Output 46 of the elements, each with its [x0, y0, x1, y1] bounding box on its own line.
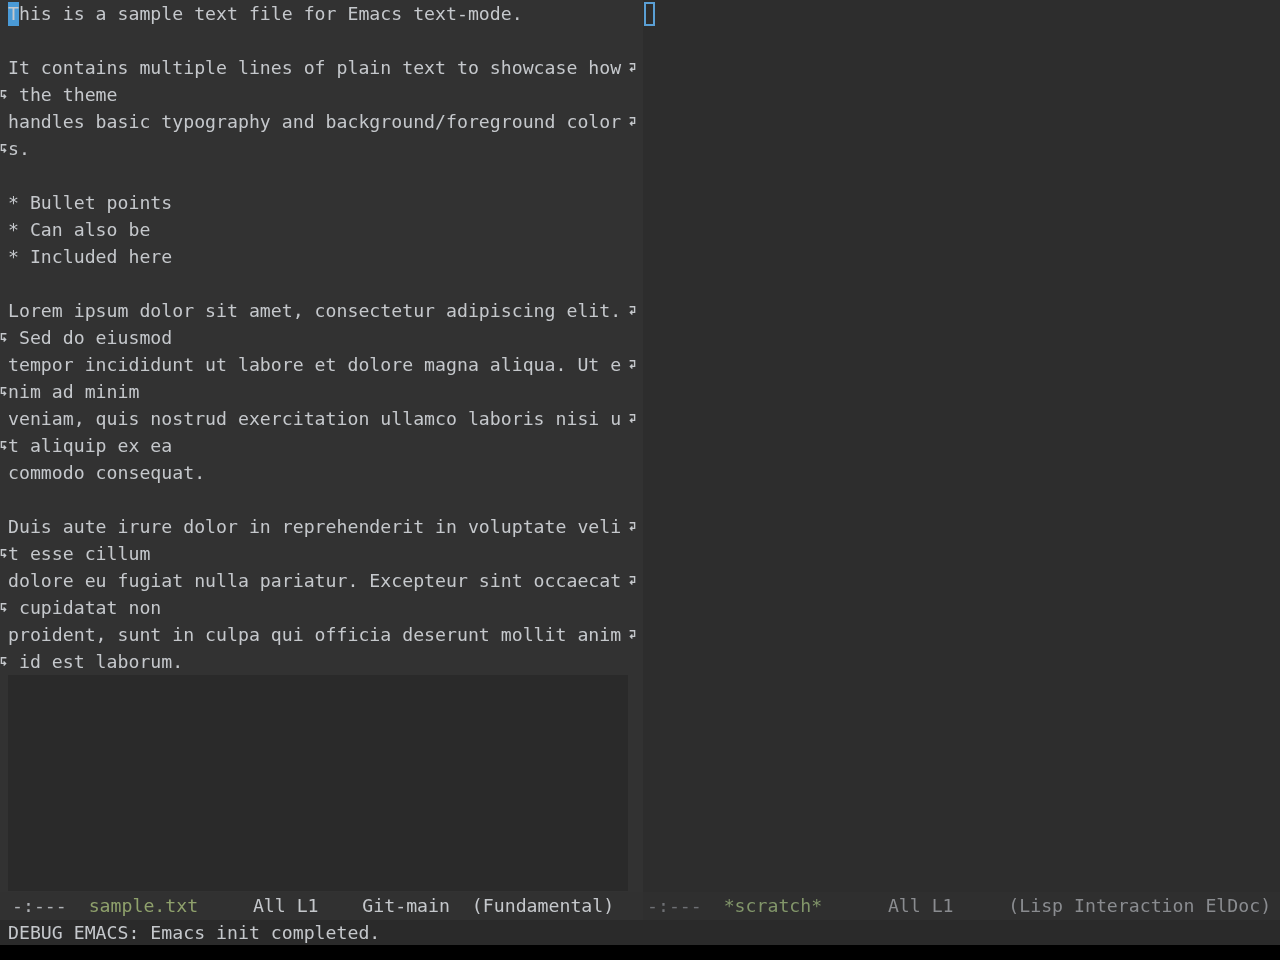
modified-status: -:--- [12, 894, 67, 918]
text-line: handles basic typography and background/foreground color [8, 110, 622, 134]
continuation-arrow-icon [0, 441, 7, 450]
wrap-arrow-icon [629, 306, 636, 315]
continuation-arrow-icon [0, 90, 7, 99]
continuation-arrow-icon [0, 387, 7, 396]
text-line: nim ad minim [8, 380, 140, 404]
text-line: * Can also be [8, 218, 151, 242]
vc-branch: Git-main [362, 894, 450, 918]
echo-message: DEBUG EMACS: Emacs init completed. [8, 921, 381, 945]
continuation-arrow-icon [0, 333, 7, 342]
continuation-arrow-icon [0, 603, 7, 612]
text-line: proident, sunt in culpa qui officia deserunt mollit anim [8, 623, 622, 647]
wrap-arrow-icon [629, 576, 636, 585]
wrap-arrow-icon [629, 414, 636, 423]
wrap-arrow-icon [629, 63, 636, 72]
text-line: t aliquip ex ea [8, 434, 173, 458]
text-line: Lorem ipsum dolor sit amet, consectetur adipiscing elit. [8, 299, 622, 323]
buffer-name: sample.txt [88, 895, 199, 916]
continuation-arrow-icon [0, 549, 7, 558]
text-line: Duis aute irure dolor in reprehenderit in voluptate veli [8, 515, 622, 539]
text-line: t esse cillum [8, 542, 151, 566]
buffer-name: *scratch* [723, 895, 823, 916]
text-line: * Bullet points [8, 191, 173, 215]
text-line: It contains multiple lines of plain text to showcase how [8, 56, 622, 80]
major-mode: (Lisp Interaction ElDoc) [1008, 894, 1272, 918]
wrap-arrow-icon [629, 522, 636, 531]
text-line: tempor incididunt ut labore et dolore magna aliqua. Ut e [8, 353, 622, 377]
text-line: the theme [17, 83, 118, 107]
wrap-arrow-icon [629, 117, 636, 126]
modified-status: -:--- [647, 894, 702, 918]
line-position: All L1 [252, 895, 319, 916]
wrap-arrow-icon [629, 630, 636, 639]
continuation-arrow-icon [0, 144, 7, 153]
text-line: dolore eu fugiat nulla pariatur. Excepteur sint occaecat [8, 569, 622, 593]
wrap-arrow-icon [629, 360, 636, 369]
continuation-arrow-icon [0, 657, 7, 666]
line-position: All L1 [887, 895, 954, 916]
text-line: Sed do eiusmod [17, 326, 173, 350]
text-line: veniam, quis nostrud exercitation ullamco laboris nisi u [8, 407, 622, 431]
text-line: * Included here [8, 245, 173, 269]
major-mode: (Fundamental) [471, 894, 615, 918]
text-line: id est laborum. [17, 650, 184, 674]
text-line: cupidatat non [17, 596, 162, 620]
text-line: commodo consequat. [8, 461, 206, 485]
text-line: s. [8, 137, 30, 161]
